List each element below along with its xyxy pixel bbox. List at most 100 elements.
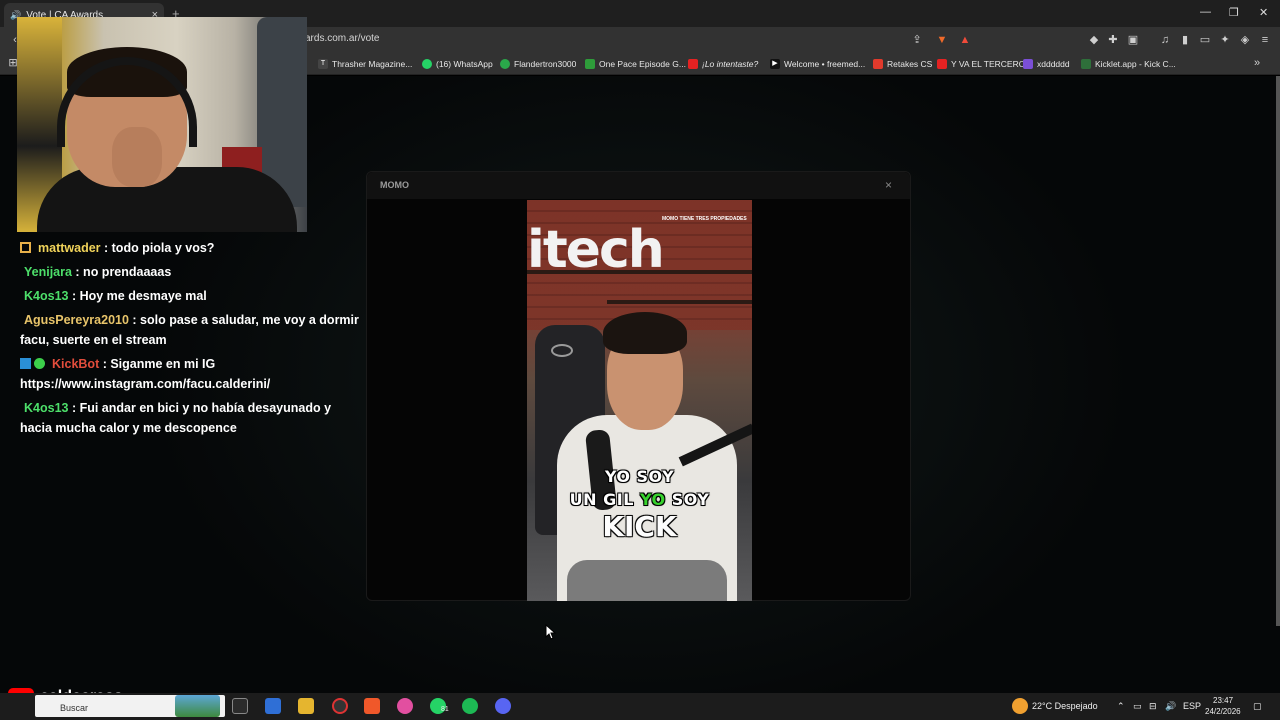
leo-icon[interactable]: ✦ xyxy=(1218,33,1232,47)
bookmark-one-pace[interactable]: One Pace Episode G... xyxy=(585,57,686,71)
chat-username[interactable]: K4os13 xyxy=(24,401,68,415)
caption-word: UN GIL xyxy=(569,490,634,509)
whatsapp-badge: 81 xyxy=(441,706,449,713)
chat-message: AgusPereyra2010 : solo pase a saludar, m… xyxy=(20,308,365,352)
chat-message: K4os13 : Hoy me desmaye mal xyxy=(20,284,365,308)
language-indicator[interactable]: ESP xyxy=(1183,701,1201,711)
screenshot-icon[interactable]: ▣ xyxy=(1126,33,1140,47)
subscriber-badge-icon xyxy=(20,242,31,253)
bookmark-favicon xyxy=(1023,59,1033,69)
chat-username[interactable]: KickBot xyxy=(52,357,99,371)
bookmark-retakes-cs[interactable]: Retakes CS xyxy=(873,57,932,71)
discord-icon[interactable] xyxy=(495,698,511,714)
clock-time[interactable]: 23:47 xyxy=(1213,696,1233,705)
brave-browser-icon[interactable] xyxy=(364,698,380,714)
vpn-icon[interactable]: ◆ xyxy=(1087,33,1101,47)
brave-shield-icon[interactable]: ▼ xyxy=(935,33,949,47)
chair-logo-icon xyxy=(551,344,573,357)
spotify-icon[interactable] xyxy=(462,698,478,714)
microsoft-store-icon[interactable] xyxy=(265,698,281,714)
person-hair xyxy=(603,312,687,354)
chat-text: : todo piola y vos? xyxy=(100,241,215,255)
bookmark-flandertron[interactable]: Flandertron3000 xyxy=(500,57,576,71)
modal-header: MOMO × xyxy=(367,172,910,199)
windows-taskbar: Buscar 81 22°C Despejado ⌃ ▭ ⊟ 🔊 ESP 23:… xyxy=(0,693,1280,720)
bookmark-lo-intentaste[interactable]: ¡Lo intentaste? xyxy=(688,57,758,71)
webcam-hand xyxy=(112,127,162,187)
bookmark-freemed[interactable]: ▶ Welcome • freemed... xyxy=(770,57,865,71)
share-icon[interactable]: ⇪ xyxy=(910,33,924,47)
volume-icon[interactable]: 🔊 xyxy=(1165,701,1176,712)
chat-text: : Hoy me desmaye mal xyxy=(68,289,207,303)
brave-rewards-icon[interactable]: ▲ xyxy=(958,33,972,47)
chevron-up-icon[interactable]: ⌃ xyxy=(1117,701,1125,712)
menu-icon[interactable]: ≡ xyxy=(1258,33,1272,47)
obs-icon[interactable] xyxy=(332,698,348,714)
caption-line-1: YO SOY xyxy=(604,467,675,486)
play-icon: ▶ xyxy=(770,59,780,69)
bookmark-kicklet[interactable]: Kicklet.app - Kick C... xyxy=(1081,57,1176,71)
streamer-webcam xyxy=(17,17,307,232)
file-explorer-icon[interactable] xyxy=(298,698,314,714)
modal-title: MOMO xyxy=(380,180,409,190)
tray-app-icon[interactable]: ▭ xyxy=(1133,701,1142,712)
bookmark-label: Y VA EL TERCERO xyxy=(951,59,1026,69)
bookmark-label: Kicklet.app - Kick C... xyxy=(1095,59,1176,69)
chat-username[interactable]: AgusPereyra2010 xyxy=(24,313,129,327)
weather-text[interactable]: 22°C Despejado xyxy=(1032,701,1098,711)
sidebar-icon[interactable]: ▮ xyxy=(1178,33,1192,47)
bookmark-label: (16) WhatsApp xyxy=(436,59,493,69)
extensions-icon[interactable]: ✚ xyxy=(1106,33,1120,47)
whatsapp-icon xyxy=(422,59,432,69)
mouse-cursor-icon xyxy=(545,624,557,640)
bookmark-favicon xyxy=(585,59,595,69)
chat-message: mattwader : todo piola y vos? xyxy=(20,236,365,260)
task-view-icon[interactable] xyxy=(232,698,248,714)
bookmark-label: Retakes CS xyxy=(887,59,933,69)
bookmark-xdddddd[interactable]: xdddddd xyxy=(1023,57,1070,71)
youtube-icon xyxy=(937,59,947,69)
clock-date[interactable]: 24/2/2026 xyxy=(1205,707,1241,716)
bookmark-thrasher[interactable]: T Thrasher Magazine... xyxy=(318,57,412,71)
chat-username[interactable]: Yenijara xyxy=(24,265,72,279)
window-close-button[interactable]: ✕ xyxy=(1259,6,1268,19)
weather-icon[interactable] xyxy=(1012,698,1028,714)
chat-username[interactable]: K4os13 xyxy=(24,289,68,303)
restore-button[interactable]: ❐ xyxy=(1229,6,1239,19)
shield-icon[interactable]: ◈ xyxy=(1238,33,1252,47)
bookmark-whatsapp[interactable]: (16) WhatsApp xyxy=(422,57,493,71)
bookmark-label: ¡Lo intentaste? xyxy=(702,59,759,69)
verified-badge-icon xyxy=(34,358,45,369)
chat-username[interactable]: mattwader xyxy=(38,241,101,255)
minimize-button[interactable]: — xyxy=(1200,6,1211,18)
chat-message: K4os13 : Fui andar en bici y no había de… xyxy=(20,396,365,440)
taskbar-search-placeholder: Buscar xyxy=(60,703,89,713)
background-logo-text: itech xyxy=(527,220,665,280)
caption-word: SOY xyxy=(671,490,710,509)
app-icon[interactable] xyxy=(397,698,413,714)
chat-text: : no prendaaaas xyxy=(71,265,172,279)
person-shorts xyxy=(567,560,727,601)
bot-badge-icon xyxy=(20,358,31,369)
address-bar[interactable]: ards.com.ar/vote xyxy=(305,33,379,44)
bookmark-favicon xyxy=(1081,59,1091,69)
modal-close-button[interactable]: × xyxy=(885,178,892,192)
caption-line-3: KICK xyxy=(602,510,677,543)
network-icon[interactable]: ⊟ xyxy=(1149,701,1157,712)
youtube-icon xyxy=(688,59,698,69)
video-player[interactable]: itech MOMO TIENE TRES PROPIEDADES YO SOY… xyxy=(527,200,752,601)
bookmark-favicon: T xyxy=(318,59,328,69)
caption-word-highlight: YO xyxy=(639,490,666,509)
notifications-icon[interactable]: ▢ xyxy=(1253,701,1262,712)
video-top-tag: MOMO TIENE TRES PROPIEDADES xyxy=(662,216,747,222)
bookmark-y-va-el-tercero[interactable]: Y VA EL TERCERO xyxy=(937,57,1025,71)
page-scrollbar[interactable] xyxy=(1276,76,1280,626)
media-icon[interactable]: ♫ xyxy=(1158,33,1172,47)
bookmark-label: Flandertron3000 xyxy=(514,59,577,69)
more-bookmarks-icon[interactable]: » xyxy=(1250,56,1264,70)
bookmark-label: One Pace Episode G... xyxy=(599,59,686,69)
chat-message: KickBot : Siganme en mi IG https://www.i… xyxy=(20,352,365,396)
chat-message: Yenijara : no prendaaaas xyxy=(20,260,365,284)
wallet-icon[interactable]: ▭ xyxy=(1198,33,1212,47)
shelf xyxy=(607,300,752,304)
